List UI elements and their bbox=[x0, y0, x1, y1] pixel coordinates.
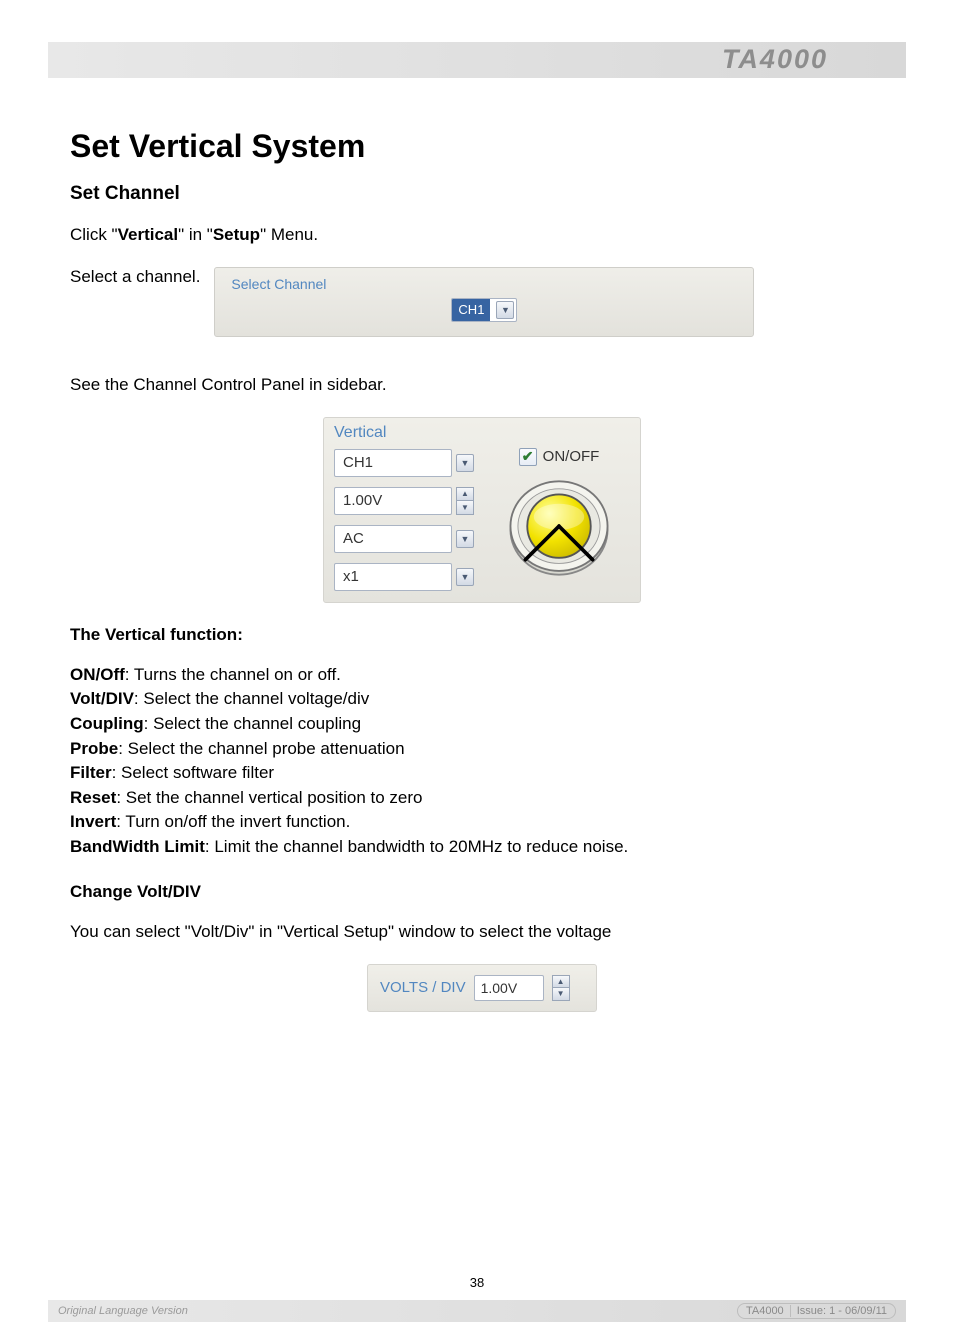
channel-combo[interactable]: CH1 ▼ bbox=[334, 448, 474, 478]
footer-bar: Original Language Version TA4000 Issue: … bbox=[48, 1300, 906, 1322]
chevron-down-icon[interactable]: ▼ bbox=[552, 988, 570, 1001]
chevron-down-icon[interactable]: ▼ bbox=[456, 530, 474, 548]
chevron-down-icon[interactable]: ▼ bbox=[456, 568, 474, 586]
onoff-checkbox[interactable]: ✔ ON/OFF bbox=[519, 448, 600, 466]
select-channel-value: CH1 bbox=[452, 299, 490, 321]
chevron-down-icon[interactable]: ▼ bbox=[456, 454, 474, 472]
section-heading-set-channel: Set Channel bbox=[70, 183, 894, 205]
instruction-click-vertical: Click "Vertical" in "Setup" Menu. bbox=[70, 223, 894, 247]
page-title: Set Vertical System bbox=[70, 128, 894, 165]
voltsdiv-label: VOLTS / DIV bbox=[380, 979, 466, 996]
probe-combo[interactable]: x1 ▼ bbox=[334, 562, 474, 592]
vertical-panel: Vertical CH1 ▼ 1.00V ▲ ▼ AC bbox=[323, 417, 641, 603]
channel-value: CH1 bbox=[334, 449, 452, 477]
brand-title: TA4000 bbox=[722, 44, 828, 75]
chevron-down-icon[interactable]: ▼ bbox=[456, 501, 474, 515]
probe-value: x1 bbox=[334, 563, 452, 591]
footer-chip: TA4000 Issue: 1 - 06/09/11 bbox=[737, 1303, 896, 1319]
check-icon: ✔ bbox=[519, 448, 537, 466]
page-number: 38 bbox=[0, 1275, 954, 1290]
footer-left: Original Language Version bbox=[58, 1305, 188, 1317]
select-channel-fieldset: Select Channel CH1 ▼ bbox=[214, 267, 754, 337]
functions-heading: The Vertical function: bbox=[70, 625, 894, 645]
select-channel-legend: Select Channel bbox=[227, 276, 741, 292]
coupling-value: AC bbox=[334, 525, 452, 553]
instruction-select-channel: Select a channel. bbox=[70, 267, 200, 287]
instruction-see-panel: See the Channel Control Panel in sidebar… bbox=[70, 373, 894, 397]
onoff-label: ON/OFF bbox=[543, 448, 600, 465]
coupling-combo[interactable]: AC ▼ bbox=[334, 524, 474, 554]
functions-list: ON/Off: Turns the channel on or off. Vol… bbox=[70, 663, 894, 860]
header-banner: TA4000 bbox=[48, 42, 906, 78]
voltdiv-value: 1.00V bbox=[334, 487, 452, 515]
voltsdiv-box: VOLTS / DIV 1.00V ▲ ▼ bbox=[367, 964, 597, 1012]
select-channel-combo[interactable]: CH1 ▼ bbox=[451, 298, 517, 322]
chevron-up-icon[interactable]: ▲ bbox=[552, 975, 570, 989]
change-voltdiv-text: You can select "Volt/Div" in "Vertical S… bbox=[70, 920, 894, 944]
knob-icon[interactable] bbox=[503, 472, 615, 584]
vertical-panel-legend: Vertical bbox=[334, 424, 630, 442]
voltsdiv-value: 1.00V bbox=[474, 975, 544, 1001]
chevron-down-icon[interactable]: ▼ bbox=[496, 301, 514, 319]
chevron-up-icon[interactable]: ▲ bbox=[456, 487, 474, 502]
change-voltdiv-heading: Change Volt/DIV bbox=[70, 882, 894, 902]
voltdiv-stepper[interactable]: 1.00V ▲ ▼ bbox=[334, 486, 474, 516]
